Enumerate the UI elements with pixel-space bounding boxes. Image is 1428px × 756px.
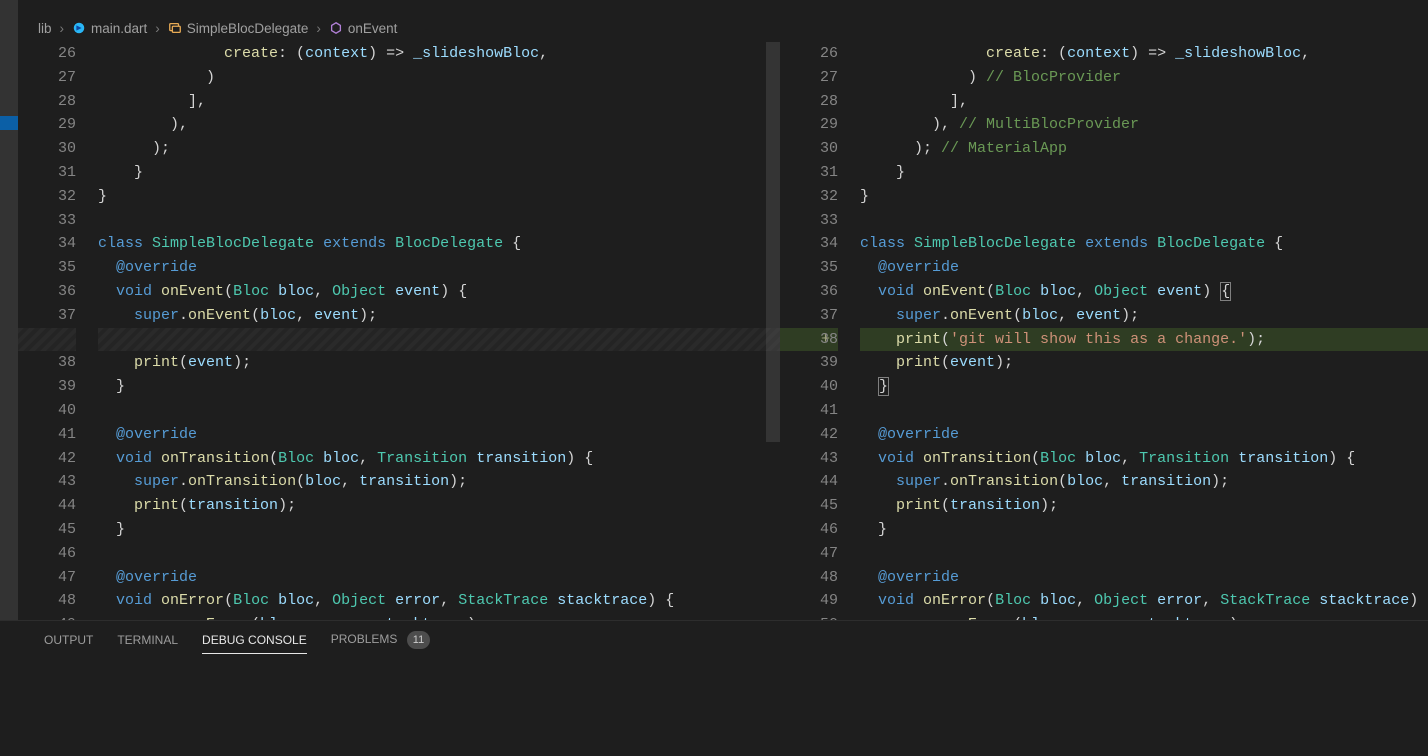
code-line[interactable]: super.onError(bloc, error, stacktrace); (860, 613, 1428, 620)
code-line[interactable] (98, 328, 780, 352)
code-line[interactable]: print('git will show this as a change.')… (860, 328, 1428, 352)
breadcrumb-class-label: SimpleBlocDelegate (187, 21, 309, 36)
breadcrumb-folder-label: lib (38, 21, 52, 36)
code-line[interactable] (860, 399, 1428, 423)
tab-terminal[interactable]: TERMINAL (117, 633, 178, 653)
panel-tabs: OUTPUT TERMINAL DEBUG CONSOLE PROBLEMS 1… (0, 621, 1428, 655)
diff-original-pane[interactable]: 262728293031323334353637 383940414243444… (18, 42, 780, 620)
code-line[interactable]: super.onEvent(bloc, event); (98, 304, 780, 328)
code-line[interactable]: class SimpleBlocDelegate extends BlocDel… (860, 232, 1428, 256)
code-line[interactable] (860, 209, 1428, 233)
code-line[interactable]: ), // MultiBlocProvider (860, 113, 1428, 137)
code-line[interactable]: print(event); (98, 351, 780, 375)
code-line[interactable]: ) (98, 66, 780, 90)
code-line[interactable]: print(transition); (98, 494, 780, 518)
code-line[interactable]: } (860, 518, 1428, 542)
code-line[interactable]: create: (context) => _slideshowBloc, (98, 42, 780, 66)
breadcrumb-file[interactable]: main.dart (72, 21, 147, 36)
code-line[interactable]: ); // MaterialApp (860, 137, 1428, 161)
chevron-right-icon: › (60, 21, 65, 36)
code-line[interactable] (98, 399, 780, 423)
code-line[interactable]: ), (98, 113, 780, 137)
class-icon (168, 21, 182, 35)
dart-file-icon (72, 21, 86, 35)
chevron-right-icon: › (155, 21, 160, 36)
tab-debug-console[interactable]: DEBUG CONSOLE (202, 633, 307, 654)
code-line[interactable]: } (98, 185, 780, 209)
code-line[interactable]: ], (98, 90, 780, 114)
breadcrumb[interactable]: lib › main.dart › SimpleBlocDelegate › o… (18, 14, 1428, 42)
scrollbar[interactable] (766, 42, 780, 442)
code-line[interactable]: create: (context) => _slideshowBloc, (860, 42, 1428, 66)
code-line[interactable]: @override (98, 423, 780, 447)
code-line[interactable]: @override (860, 256, 1428, 280)
code-line[interactable]: } (98, 518, 780, 542)
code-line[interactable]: void onError(Bloc bloc, Object error, St… (98, 589, 780, 613)
code-line[interactable]: @override (98, 566, 780, 590)
method-icon (329, 21, 343, 35)
tab-problems-label: PROBLEMS (331, 632, 398, 646)
code-line[interactable]: } (98, 375, 780, 399)
diff-modified-pane[interactable]: 26272829303132333435363738+3940414243444… (780, 42, 1428, 620)
breadcrumb-method-label: onEvent (348, 21, 398, 36)
breadcrumb-class[interactable]: SimpleBlocDelegate (168, 21, 309, 36)
code-line[interactable]: ) // BlocProvider (860, 66, 1428, 90)
activity-indicator (0, 116, 18, 130)
chevron-right-icon: › (316, 21, 321, 36)
code-line[interactable]: } (860, 161, 1428, 185)
breadcrumb-method[interactable]: onEvent (329, 21, 398, 36)
code-line[interactable]: @override (860, 423, 1428, 447)
diff-editor: 262728293031323334353637 383940414243444… (18, 42, 1428, 620)
code-line[interactable]: @override (860, 566, 1428, 590)
code-line[interactable]: class SimpleBlocDelegate extends BlocDel… (98, 232, 780, 256)
code-right[interactable]: create: (context) => _slideshowBloc, ) /… (860, 42, 1428, 620)
code-line[interactable]: super.onTransition(bloc, transition); (98, 470, 780, 494)
code-line[interactable]: void onError(Bloc bloc, Object error, St… (860, 589, 1428, 613)
problems-count-badge: 11 (407, 631, 430, 649)
code-line[interactable]: ], (860, 90, 1428, 114)
code-line[interactable] (860, 542, 1428, 566)
code-line[interactable]: ); (98, 137, 780, 161)
code-line[interactable]: print(event); (860, 351, 1428, 375)
code-line[interactable]: print(transition); (860, 494, 1428, 518)
code-line[interactable]: super.onTransition(bloc, transition); (860, 470, 1428, 494)
code-line[interactable] (98, 542, 780, 566)
code-line[interactable]: @override (98, 256, 780, 280)
code-line[interactable] (98, 209, 780, 233)
code-line[interactable]: } (860, 375, 1428, 399)
code-line[interactable]: super.onEvent(bloc, event); (860, 304, 1428, 328)
code-line[interactable]: } (860, 185, 1428, 209)
gutter-right: 26272829303132333435363738+3940414243444… (780, 42, 860, 620)
breadcrumb-folder[interactable]: lib (38, 21, 52, 36)
code-line[interactable]: void onEvent(Bloc bloc, Object event) { (98, 280, 780, 304)
tab-problems[interactable]: PROBLEMS 11 (331, 631, 430, 655)
bottom-panel: OUTPUT TERMINAL DEBUG CONSOLE PROBLEMS 1… (0, 620, 1428, 756)
activity-bar[interactable] (0, 0, 18, 620)
code-left[interactable]: create: (context) => _slideshowBloc, ) ]… (98, 42, 780, 620)
code-line[interactable]: super.onError(bloc, error, stacktrace); (98, 613, 780, 620)
code-line[interactable]: } (98, 161, 780, 185)
code-line[interactable]: void onEvent(Bloc bloc, Object event) { (860, 280, 1428, 304)
code-line[interactable]: void onTransition(Bloc bloc, Transition … (98, 447, 780, 471)
tab-output[interactable]: OUTPUT (44, 633, 93, 653)
code-line[interactable]: void onTransition(Bloc bloc, Transition … (860, 447, 1428, 471)
gutter-left: 262728293031323334353637 383940414243444… (18, 42, 98, 620)
breadcrumb-file-label: main.dart (91, 21, 147, 36)
